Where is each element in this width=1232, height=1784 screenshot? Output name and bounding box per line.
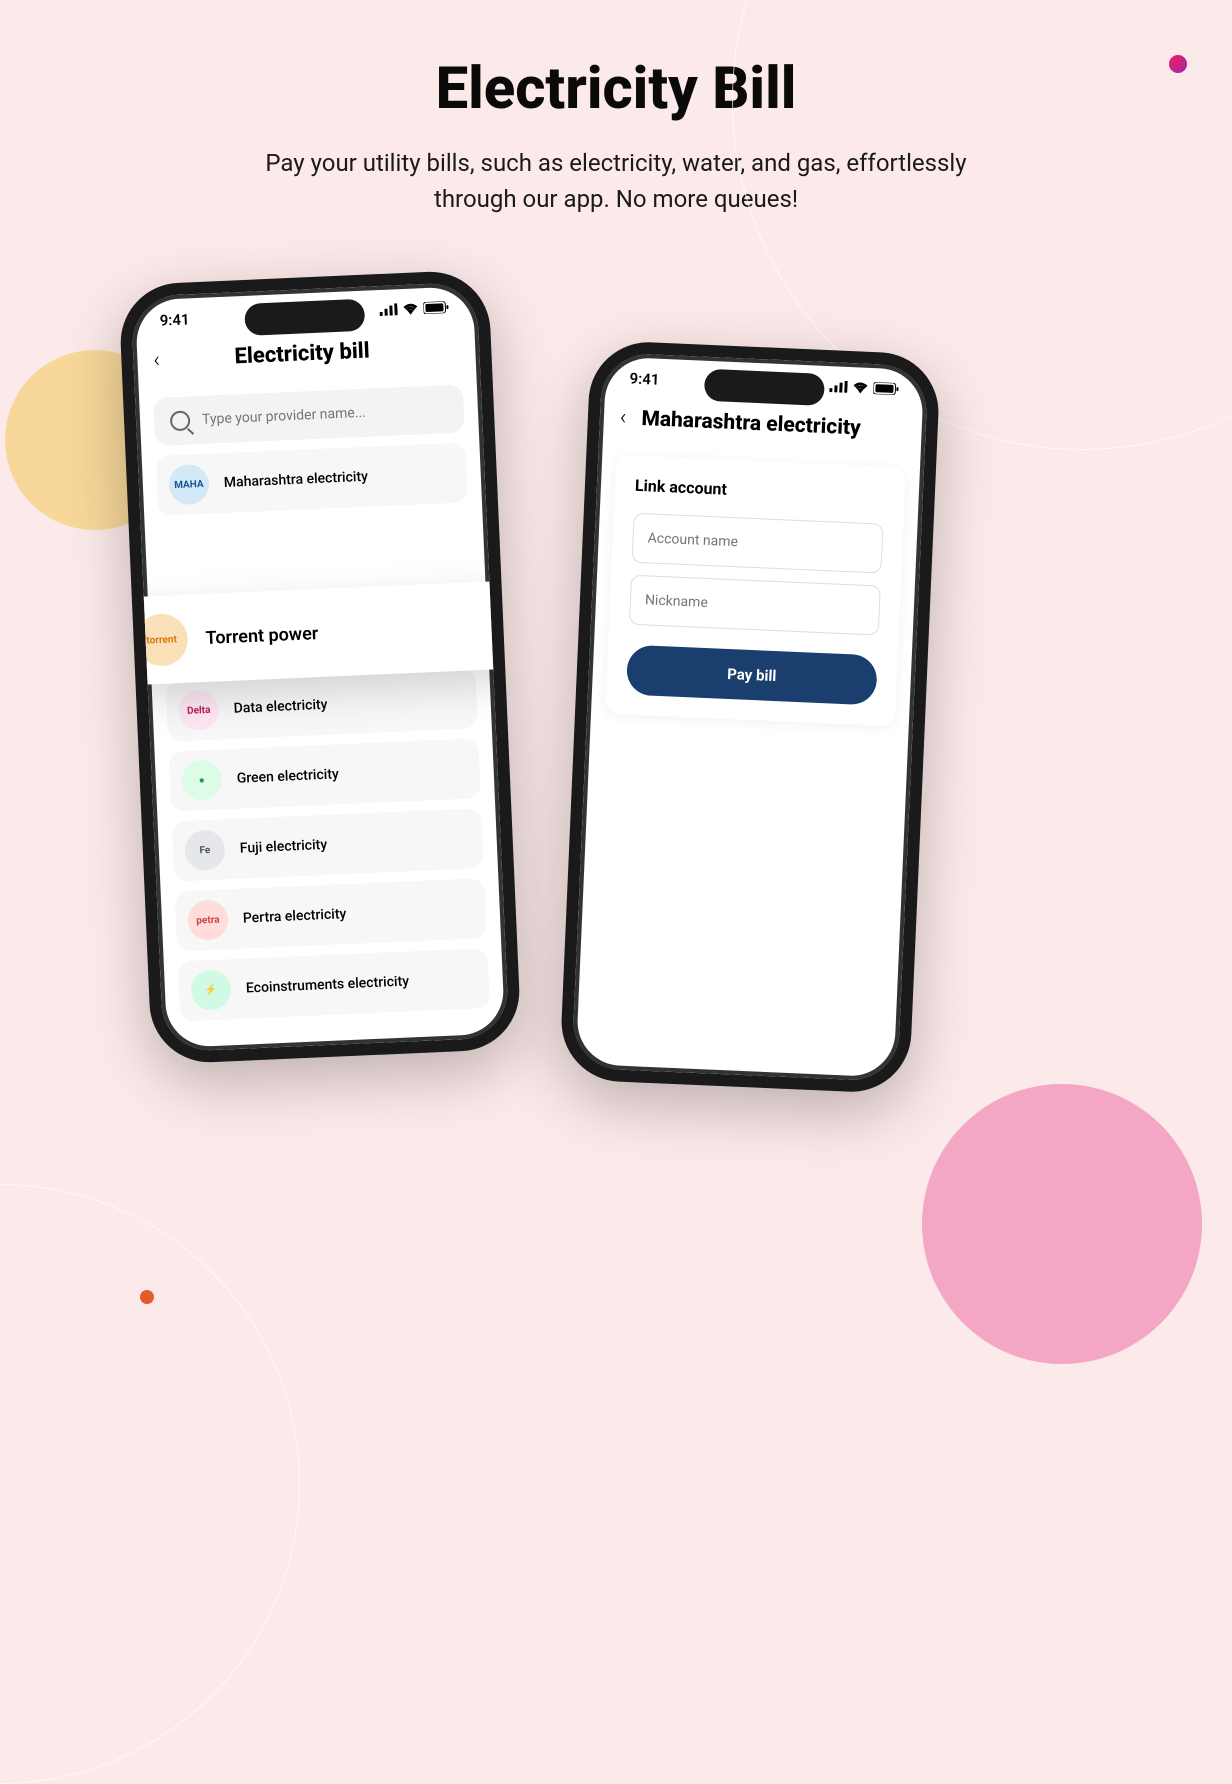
provider-logo-icon: MAHA: [168, 464, 210, 506]
signal-icon: [829, 378, 848, 397]
provider-name: Ecoinstruments electricity: [246, 973, 410, 996]
provider-item[interactable]: Fe Fuji electricity: [172, 808, 484, 881]
phone-provider-list: 9:41 ‹ Electricity bill MAHAMaharashtra …: [118, 269, 522, 1064]
account-name-input[interactable]: [632, 513, 884, 574]
status-time: 9:41: [159, 310, 190, 329]
provider-logo-icon: Delta: [178, 689, 220, 731]
provider-item-highlighted[interactable]: torrent Torrent power: [118, 579, 522, 686]
provider-name: Pertra electricity: [243, 906, 347, 926]
status-icons: [379, 299, 450, 320]
link-account-label: Link account: [635, 476, 886, 506]
provider-name: Green electricity: [236, 766, 339, 786]
screen-title: Electricity bill: [144, 335, 459, 374]
hero-section: Electricity Bill Pay your utility bills,…: [0, 0, 1232, 217]
wifi-icon: [852, 379, 869, 398]
bg-arc-bottom: [0, 1184, 300, 1784]
bg-dot-orange: [140, 1290, 154, 1304]
provider-logo-icon: torrent: [135, 613, 189, 667]
provider-item[interactable]: ● Green electricity: [169, 738, 481, 811]
provider-name: Fuji electricity: [239, 837, 327, 857]
status-icons: [829, 378, 900, 399]
provider-list: MAHA Maharashtra electricity torrent Torren…: [138, 442, 510, 1053]
provider-name: Torrent power: [205, 623, 319, 649]
provider-logo-icon: petra: [187, 899, 229, 941]
status-time: 9:41: [629, 369, 660, 388]
back-icon[interactable]: ‹: [619, 405, 627, 430]
phones-showcase: 9:41 ‹ Electricity bill MAHA Maharashtra …: [0, 277, 1232, 1177]
pay-bill-button[interactable]: Pay bill: [626, 645, 878, 706]
search-box[interactable]: [153, 385, 465, 446]
wifi-icon: [402, 300, 419, 319]
screen-title: Maharashtra electricity: [641, 406, 906, 442]
battery-icon: [423, 299, 450, 318]
provider-name: Maharashtra electricity: [224, 469, 369, 491]
battery-icon: [873, 380, 900, 399]
provider-logo-icon: Fe: [184, 829, 226, 871]
phone-link-account: 9:41 ‹ Maharashtra electricity Link acco…: [559, 340, 941, 1095]
provider-item[interactable]: petra Pertra electricity: [175, 878, 487, 951]
phone-notch: [704, 369, 825, 406]
search-input[interactable]: [202, 401, 448, 428]
provider-item[interactable]: MAHA Maharashtra electricity: [156, 442, 468, 515]
phone-notch: [244, 299, 365, 336]
provider-name: Data electricity: [233, 697, 327, 717]
bg-dot-magenta: [1169, 55, 1187, 73]
hero-title: Electricity Bill: [0, 55, 1232, 123]
nickname-input[interactable]: [629, 575, 881, 636]
hero-subtitle: Pay your utility bills, such as electric…: [226, 145, 1006, 217]
signal-icon: [379, 301, 398, 320]
provider-logo-icon: ●: [181, 759, 223, 801]
provider-logo-icon: ⚡: [190, 969, 232, 1011]
link-account-card: Link account Pay bill: [605, 455, 906, 726]
search-icon: [170, 410, 191, 431]
provider-item[interactable]: ⚡ Ecoinstruments electricity: [178, 948, 490, 1021]
